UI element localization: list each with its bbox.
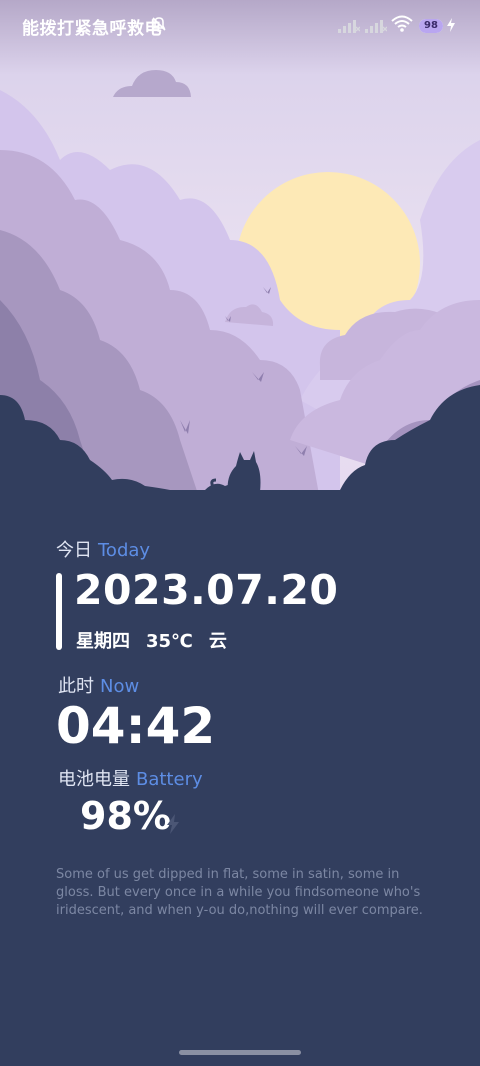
temperature: 35℃ [146, 631, 193, 652]
today-label-cn: 今日 [56, 540, 92, 561]
day-weather-row: 星期四 35℃ 云 [76, 627, 243, 653]
battery-label-cn: 电池电量 [58, 769, 130, 790]
today-label-en: Today [98, 540, 151, 561]
charging-bolt-icon [447, 18, 455, 32]
time-value: 04:42 [56, 697, 216, 755]
carrier-text: 能拨打紧急呼救电 [22, 19, 162, 39]
bell-off-icon [152, 17, 166, 32]
today-label: 今日 Today [56, 536, 150, 562]
now-label: 此时 Now [58, 672, 139, 698]
now-label-cn: 此时 [58, 676, 94, 697]
quote-text: Some of us get dipped in flat, some in s… [56, 867, 423, 918]
date-accent-bar [56, 573, 62, 650]
wallpaper-illustration [0, 0, 480, 500]
wifi-icon [391, 15, 413, 32]
battery-label-en: Battery [136, 769, 203, 790]
signal-icon [365, 20, 387, 33]
status-bar: 能拨打紧急呼救电 98 [0, 0, 480, 52]
charging-bolt-icon [167, 814, 179, 834]
weekday: 星期四 [76, 631, 130, 652]
battery-percent: 98 [424, 20, 438, 31]
signal-icon [338, 20, 360, 33]
weather: 云 [208, 631, 227, 652]
date-value: 2023.07.20 [74, 566, 339, 614]
battery-icon: 98 [419, 19, 443, 33]
home-indicator[interactable] [179, 1050, 301, 1055]
battery-label: 电池电量 Battery [58, 765, 203, 791]
now-label-en: Now [100, 676, 140, 697]
battery-value: 98% [80, 794, 171, 838]
